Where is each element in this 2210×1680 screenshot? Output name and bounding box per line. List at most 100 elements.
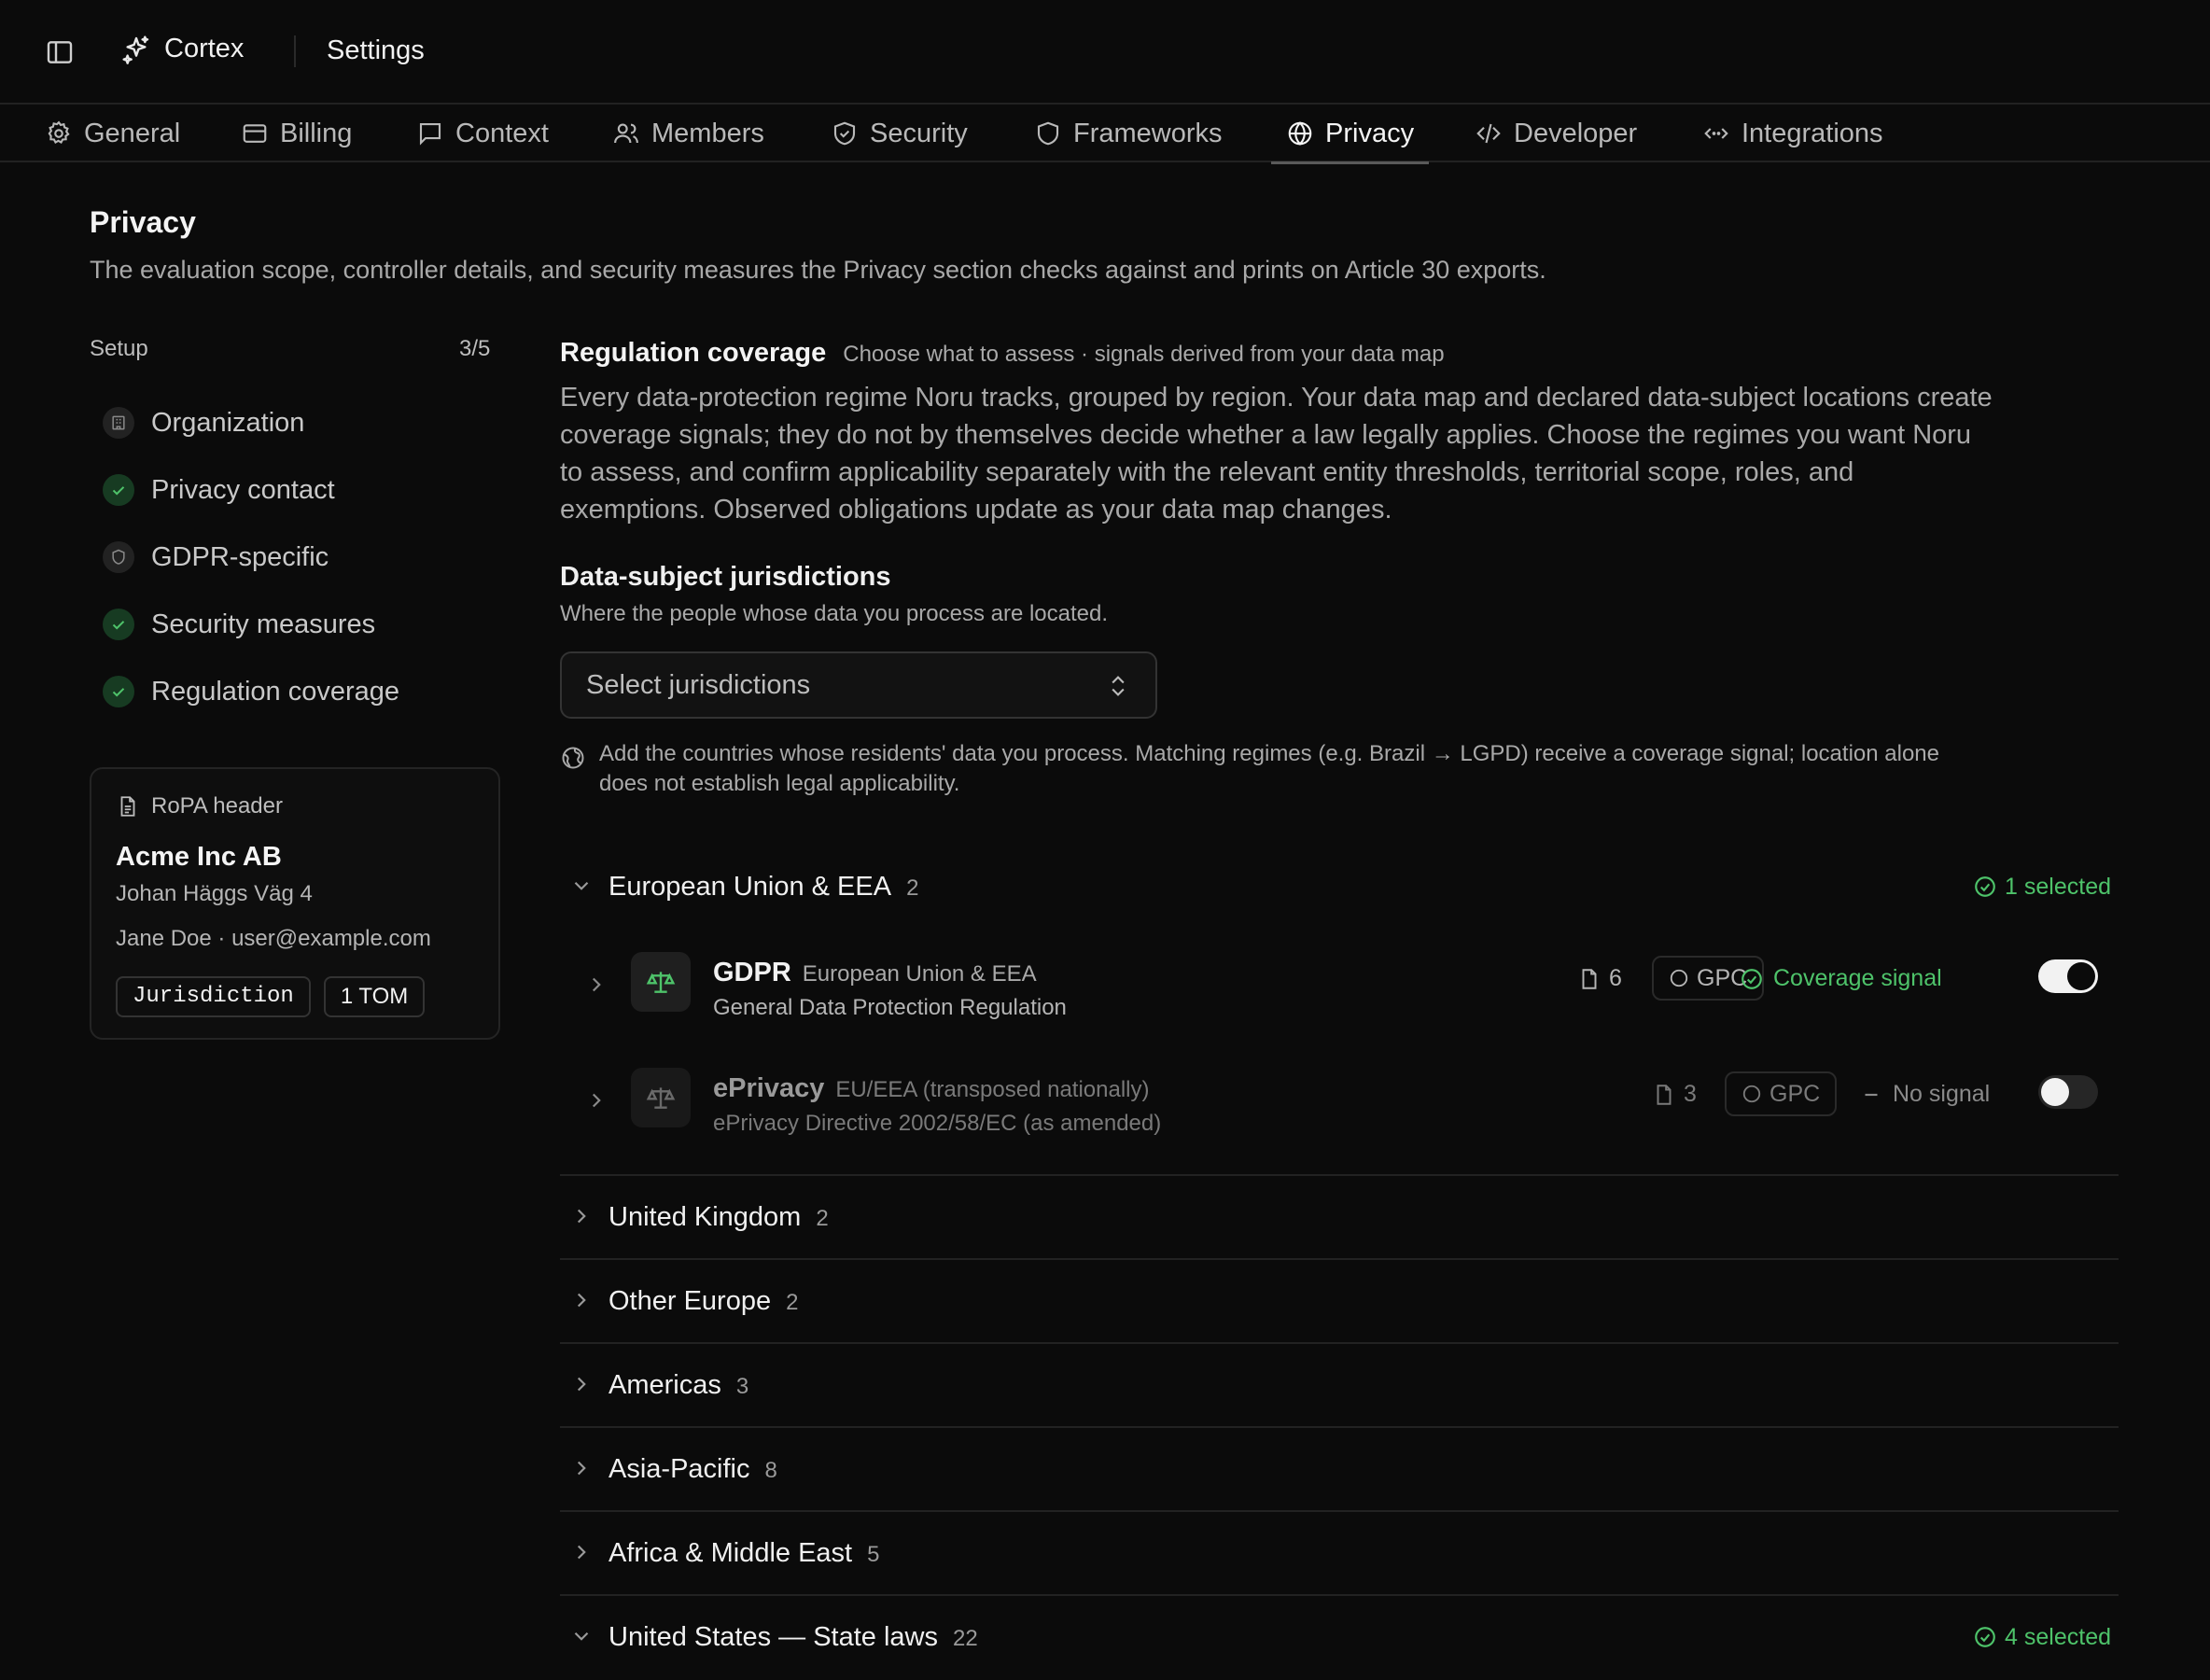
region-group-asia-pacific[interactable]: Asia-Pacific 8 xyxy=(560,1428,2119,1510)
ropa-header-title: RoPA header xyxy=(116,793,283,819)
region-group-africa-middle-east[interactable]: Africa & Middle East 5 xyxy=(560,1512,2119,1594)
tab-label: Security xyxy=(870,118,968,148)
tab-billing[interactable]: Billing xyxy=(241,105,352,162)
region-label: European Union & EEA xyxy=(608,871,892,902)
setup-step-gdpr-specific[interactable]: GDPR-specific xyxy=(103,541,329,573)
chevron-right-icon xyxy=(569,1288,594,1312)
tab-label: Members xyxy=(651,118,764,148)
region-count: 5 xyxy=(867,1541,880,1567)
tab-developer[interactable]: Developer xyxy=(1475,105,1637,162)
gear-icon xyxy=(45,119,73,147)
check-circle-icon xyxy=(103,609,134,640)
region-group-other-europe[interactable]: Other Europe 2 xyxy=(560,1260,2119,1342)
setup-label: Setup xyxy=(90,336,148,361)
ropa-header-label: RoPA header xyxy=(151,793,283,819)
setup-step-security-measures[interactable]: Security measures xyxy=(103,609,375,640)
tab-label: Privacy xyxy=(1325,118,1415,148)
select-placeholder: Select jurisdictions xyxy=(586,669,811,700)
top-bar: Cortex Settings xyxy=(0,0,2210,103)
regulation-toggle[interactable] xyxy=(2038,1075,2098,1109)
hint-text: Add the countries whose residents' data … xyxy=(599,741,1939,796)
region-label: Africa & Middle East xyxy=(608,1537,853,1568)
scale-icon xyxy=(631,1068,691,1127)
documents-count-value: 3 xyxy=(1684,1081,1697,1107)
jurisdictions-subtitle: Where the people whose data you process … xyxy=(560,601,1109,626)
jurisdictions-title: Data-subject jurisdictions xyxy=(560,562,891,592)
section-description: Every data-protection regime Noru tracks… xyxy=(560,383,1993,525)
selected-label: 1 selected xyxy=(2005,873,2111,900)
region-name: European Union & EEA 2 xyxy=(608,872,918,903)
chevron-right-icon[interactable] xyxy=(584,1088,608,1113)
section-title: Regulation coverage xyxy=(560,338,827,368)
documents-count: 6 xyxy=(1577,965,1622,992)
regulation-name: GDPR European Union & EEA xyxy=(713,958,1037,988)
tab-privacy[interactable]: Privacy xyxy=(1270,105,1430,164)
region-count: 8 xyxy=(764,1457,777,1483)
region-count: 2 xyxy=(786,1289,799,1315)
regulation-title: ePrivacy xyxy=(713,1073,825,1103)
setup-step-organization[interactable]: Organization xyxy=(103,407,304,439)
gpc-badge: GPC xyxy=(1725,1071,1838,1116)
regulation-region: European Union & EEA xyxy=(802,961,1037,987)
region-group-americas[interactable]: Americas 3 xyxy=(560,1344,2119,1426)
check-circle-icon xyxy=(1973,1625,1997,1649)
check-circle-icon xyxy=(1973,875,1997,899)
regulation-coverage-header: Regulation coverage Choose what to asses… xyxy=(560,338,1445,369)
region-count: 22 xyxy=(953,1625,978,1651)
code-icon xyxy=(1475,119,1503,147)
region-group-us-state-laws[interactable]: United States — State laws 22 4 selected xyxy=(560,1596,2119,1678)
brand[interactable]: Cortex xyxy=(121,34,244,64)
ropa-header-card: RoPA header Acme Inc AB Johan Häggs Väg … xyxy=(90,767,500,1040)
gpc-label: GPC xyxy=(1769,1080,1821,1107)
tab-context[interactable]: Context xyxy=(416,105,549,162)
section-subtitle: Choose what to assess · signals derived … xyxy=(843,342,1445,367)
shield-check-icon xyxy=(831,119,859,147)
regulation-region: EU/EEA (transposed nationally) xyxy=(835,1077,1150,1102)
tab-label: Developer xyxy=(1514,118,1638,148)
tab-frameworks[interactable]: Frameworks xyxy=(1034,105,1223,162)
setup-step-label: Privacy contact xyxy=(151,474,335,505)
region-count: 2 xyxy=(816,1205,829,1231)
tab-members[interactable]: Members xyxy=(612,105,764,162)
region-count: 3 xyxy=(735,1373,749,1399)
file-icon xyxy=(1577,967,1602,991)
tab-integrations[interactable]: Integrations xyxy=(1702,105,1883,162)
check-circle-icon xyxy=(103,676,134,707)
documents-count: 3 xyxy=(1652,1081,1697,1108)
regulation-full-name: General Data Protection Regulation xyxy=(713,995,1067,1020)
building-icon xyxy=(103,407,134,439)
region-name: United States — State laws 22 xyxy=(608,1622,978,1653)
sidebar-toggle-icon[interactable] xyxy=(45,37,75,67)
selected-count: 1 selected xyxy=(1973,874,2111,901)
file-icon xyxy=(1652,1083,1676,1107)
signal-label: Coverage signal xyxy=(1773,965,1942,991)
region-group-eu-eea[interactable]: European Union & EEA 2 1 selected xyxy=(560,846,2119,928)
tab-general[interactable]: General xyxy=(45,105,180,162)
setup-step-label: Security measures xyxy=(151,609,376,639)
setup-step-label: Organization xyxy=(151,407,305,438)
tab-security[interactable]: Security xyxy=(831,105,968,162)
sparkles-icon xyxy=(121,35,151,64)
settings-tabs: General Billing Context Members Security… xyxy=(0,103,2210,164)
regulation-row-gdpr: GDPR European Union & EEA General Data Pr… xyxy=(560,939,2119,1032)
ropa-contact: Jane Doe · user@example.com xyxy=(116,926,431,951)
regulation-name: ePrivacy EU/EEA (transposed nationally) xyxy=(713,1073,1150,1104)
regulation-toggle[interactable] xyxy=(2038,959,2098,993)
setup-step-regulation-coverage[interactable]: Regulation coverage xyxy=(103,676,399,707)
region-label: Americas xyxy=(608,1369,721,1400)
setup-step-privacy-contact[interactable]: Privacy contact xyxy=(103,474,335,506)
globe-icon xyxy=(1286,119,1314,147)
chevron-right-icon[interactable] xyxy=(584,973,608,997)
jurisdictions-select[interactable]: Select jurisdictions xyxy=(560,651,1157,719)
tab-label: Billing xyxy=(280,118,353,148)
setup-step-label: Regulation coverage xyxy=(151,676,400,707)
region-group-united-kingdom[interactable]: United Kingdom 2 xyxy=(560,1176,2119,1258)
tab-label: General xyxy=(84,118,181,148)
coverage-signal-status: Coverage signal xyxy=(1740,965,1942,992)
region-name: Asia-Pacific 8 xyxy=(608,1454,777,1485)
file-text-icon xyxy=(116,794,140,819)
shield-icon xyxy=(103,541,134,573)
circle-icon xyxy=(1669,968,1689,988)
circle-icon xyxy=(1741,1084,1762,1104)
check-circle-icon xyxy=(103,474,134,506)
